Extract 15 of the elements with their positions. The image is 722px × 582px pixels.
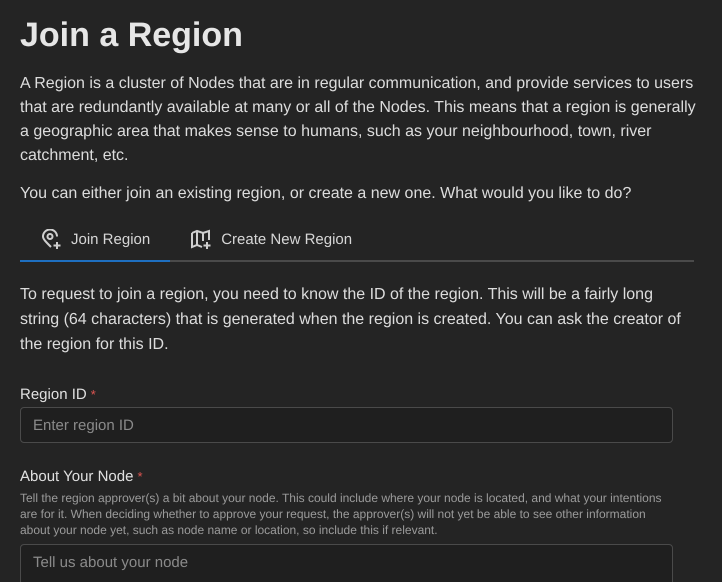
- field-label: Region ID: [20, 385, 87, 405]
- help-text: Tell the region approver(s) a bit about your node. This could include where your node is located, and what your intentions are for it. When deciding whether to approve your request, the approver(s) will not yet be able to see other information about your node yet, such as node name or location, so include this if relevant.: [20, 490, 662, 538]
- region-id-field[interactable]: Enter region ID: [20, 407, 673, 443]
- required-mark: *: [137, 468, 142, 486]
- map-plus-icon: [190, 229, 212, 251]
- paragraph: A Region is a cluster of Nodes that are in regular communication, and provide services to users that are redundantly available at many or all of the Nodes. This means that a region is generally a geographic area that makes sense to humans, such as your neighbourhood, town, river catchment, etc.: [20, 74, 697, 166]
- tab[interactable]: Create New Region: [170, 220, 372, 262]
- field-label: About Your Node: [20, 467, 134, 487]
- paragraph: You can either join an existing region, or create a new one. What would you like to do?: [20, 184, 632, 204]
- node-description-field[interactable]: Tell us about your node: [20, 544, 673, 582]
- tab[interactable]: Join Region: [20, 220, 170, 262]
- page-title: Join a Region: [20, 15, 244, 56]
- required-mark: *: [90, 386, 96, 404]
- paragraph: To request to join a region, you need to know the ID of the region. This will be a fairly long string (64 characters) that is generated when the region is created. You can ask the creator of the region for this ID.: [20, 285, 682, 355]
- location-pin-plus-icon: [40, 229, 62, 251]
